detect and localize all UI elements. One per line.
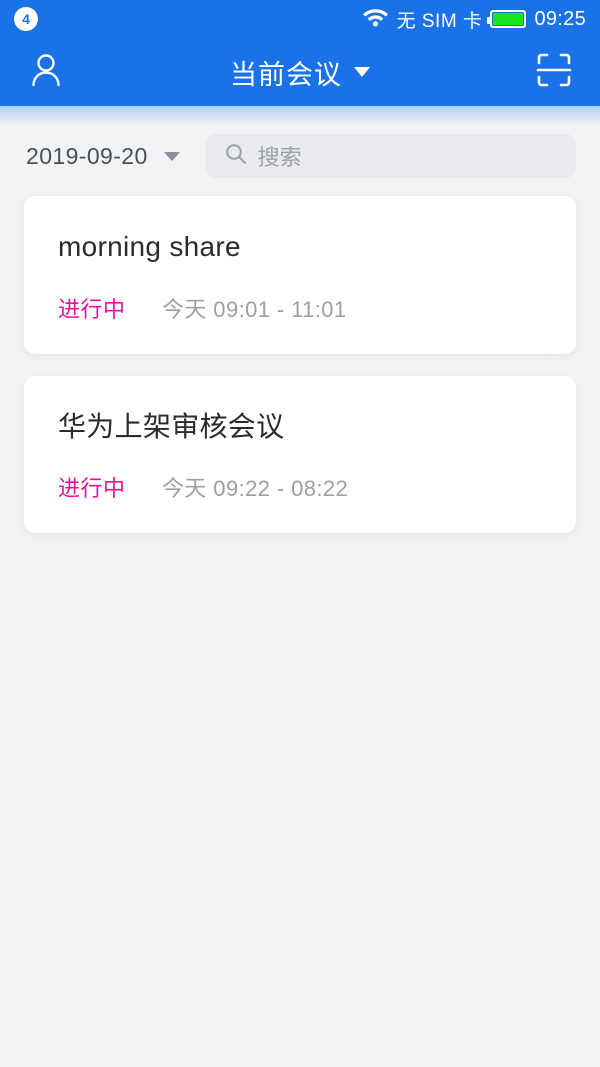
scan-button[interactable] bbox=[530, 48, 578, 96]
meeting-time: 今天 09:01 - 11:01 bbox=[162, 296, 347, 322]
sim-status-text: 无 SIM 卡 bbox=[396, 10, 483, 32]
date-picker[interactable]: 2019-09-20 bbox=[26, 143, 180, 170]
scan-qr-icon bbox=[534, 50, 574, 95]
app-header: 当前会议 bbox=[0, 38, 600, 106]
filter-row: 2019-09-20 搜索 bbox=[0, 130, 600, 182]
selected-date: 2019-09-20 bbox=[26, 142, 148, 169]
battery-fill bbox=[493, 13, 524, 25]
search-icon bbox=[224, 142, 248, 171]
meeting-meta: 进行中 今天 09:01 - 11:01 bbox=[58, 292, 542, 324]
meeting-time: 今天 09:22 - 08:22 bbox=[162, 476, 349, 502]
status-bar-left: 4 bbox=[14, 7, 38, 31]
header-title-group[interactable]: 当前会议 bbox=[0, 53, 600, 92]
search-placeholder: 搜索 bbox=[257, 145, 302, 170]
battery-icon bbox=[487, 10, 527, 28]
person-icon bbox=[26, 50, 66, 95]
meeting-list: morning share 进行中 今天 09:01 - 11:01 华为上架审… bbox=[0, 182, 600, 534]
notification-count-badge: 4 bbox=[14, 7, 38, 31]
search-input[interactable]: 搜索 bbox=[205, 134, 576, 178]
meeting-title: 华为上架审核会议 bbox=[58, 410, 285, 442]
meeting-title: morning share bbox=[58, 231, 241, 262]
status-bar: 4 无 SIM 卡 09:25 bbox=[0, 0, 600, 38]
status-bar-clock: 09:25 bbox=[534, 7, 586, 30]
status-badge: 进行中 bbox=[58, 476, 126, 502]
meeting-card[interactable]: 华为上架审核会议 进行中 今天 09:22 - 08:22 bbox=[24, 375, 576, 534]
status-bar-right: 无 SIM 卡 09:25 bbox=[362, 6, 586, 33]
chevron-down-icon[interactable] bbox=[163, 151, 180, 161]
meeting-meta: 进行中 今天 09:22 - 08:22 bbox=[58, 471, 542, 503]
header-gradient-fade bbox=[0, 106, 600, 128]
meeting-card[interactable]: morning share 进行中 今天 09:01 - 11:01 bbox=[24, 196, 576, 354]
profile-button[interactable] bbox=[22, 48, 70, 96]
chevron-down-icon[interactable] bbox=[354, 67, 370, 77]
page-title: 当前会议 bbox=[230, 59, 342, 90]
wifi-icon bbox=[362, 6, 389, 32]
status-badge: 进行中 bbox=[58, 296, 126, 322]
